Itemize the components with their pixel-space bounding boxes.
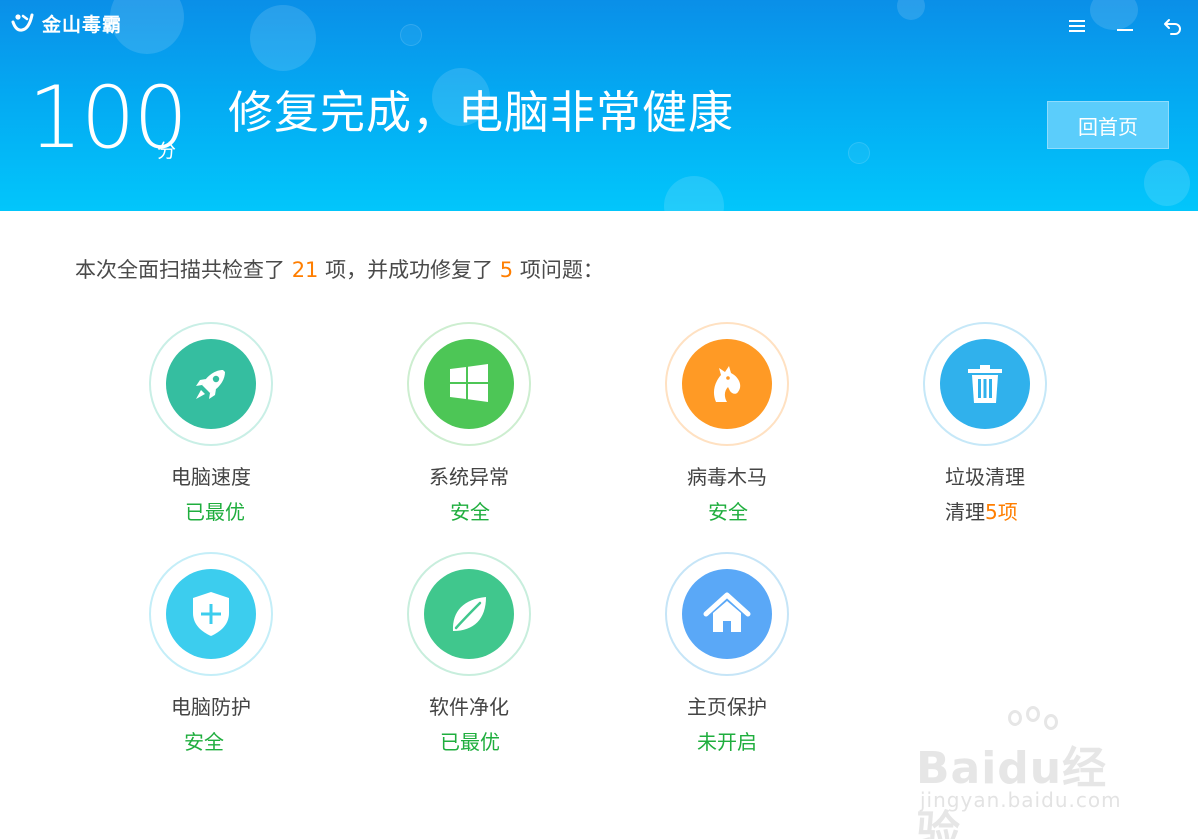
back-button[interactable] [1156, 12, 1190, 40]
paw-icon [1044, 714, 1058, 730]
home-button[interactable]: 回首页 [1047, 101, 1169, 149]
item-status: 已最优 [185, 500, 245, 524]
paw-icon [1026, 706, 1040, 722]
icon-ring [149, 552, 273, 676]
kingsoft-logo-icon [11, 13, 34, 32]
item-pc-speed[interactable]: 电脑速度 已最优 [149, 322, 349, 524]
decor-bubble [897, 0, 925, 20]
item-status: 清理5项 [945, 496, 1018, 525]
home-icon [703, 592, 751, 632]
item-junk-cleanup[interactable]: 垃圾清理 清理5项 [923, 322, 1123, 525]
fixed-count: 5 [499, 258, 514, 282]
item-label: 垃圾清理 [945, 465, 1025, 489]
item-label: 主页保护 [687, 695, 767, 719]
item-status: 未开启 [697, 730, 757, 754]
watermark-sub: jingyan.baidu.com [920, 788, 1122, 812]
decor-bubble [250, 5, 316, 71]
icon-ring [149, 322, 273, 446]
decor-bubble [1144, 160, 1190, 206]
item-label: 系统异常 [429, 465, 509, 489]
icon-ring [923, 322, 1047, 446]
scan-summary: 本次全面扫描共检查了 21 项，并成功修复了 5 项问题： [75, 255, 604, 285]
baidu-jingyan-watermark: Baidu经验 jingyan.baidu.com [916, 706, 1146, 839]
item-label: 电脑防护 [171, 695, 251, 719]
cleanup-status-prefix: 清理 [945, 500, 985, 524]
window-controls [1060, 12, 1190, 40]
menu-button[interactable] [1060, 12, 1094, 40]
item-status: 安全 [184, 730, 224, 754]
summary-prefix: 本次全面扫描共检查了 [75, 258, 285, 282]
score-unit: 分 [157, 140, 177, 162]
item-status: 安全 [450, 500, 490, 524]
icon-circle [424, 339, 514, 429]
leaf-icon [452, 597, 486, 631]
decor-bubble [400, 24, 422, 46]
item-status: 安全 [708, 500, 748, 524]
windows-icon [450, 364, 488, 402]
decor-bubble [848, 142, 870, 164]
item-pc-protection[interactable]: 电脑防护 安全 [149, 552, 349, 754]
summary-suffix: 项问题： [519, 258, 604, 282]
icon-circle [166, 569, 256, 659]
cleanup-count: 5项 [985, 500, 1018, 524]
back-icon [1164, 19, 1181, 35]
checked-count: 21 [291, 258, 319, 282]
icon-ring [665, 552, 789, 676]
menu-icon [1069, 20, 1085, 32]
decor-bubble [664, 176, 724, 211]
shield-icon [193, 592, 229, 636]
result-header: 金山毒霸 100 分 修复完成，电脑非常健康 回首页 [0, 0, 1198, 211]
minimize-icon [1117, 29, 1133, 31]
item-system-anomaly[interactable]: 系统异常 安全 [407, 322, 607, 524]
item-software-purify[interactable]: 软件净化 已最优 [407, 552, 607, 754]
trash-icon [968, 365, 1002, 403]
item-homepage-protection[interactable]: 主页保护 未开启 [665, 552, 865, 754]
icon-ring [665, 322, 789, 446]
horse-icon [713, 366, 741, 402]
item-status: 已最优 [440, 730, 500, 754]
icon-circle [682, 339, 772, 429]
item-label: 病毒木马 [687, 465, 767, 489]
paw-icon [1008, 710, 1022, 726]
minimize-button[interactable] [1108, 12, 1142, 40]
icon-circle [682, 569, 772, 659]
result-status-title: 修复完成，电脑非常健康 [228, 86, 735, 139]
rocket-icon [196, 370, 225, 399]
app-logo: 金山毒霸 [10, 9, 122, 37]
item-label: 电脑速度 [171, 465, 251, 489]
icon-circle [166, 339, 256, 429]
summary-middle: 项，并成功修复了 [325, 258, 494, 282]
icon-circle [940, 339, 1030, 429]
app-title: 金山毒霸 [42, 13, 123, 36]
icon-circle [424, 569, 514, 659]
icon-ring [407, 322, 531, 446]
item-label: 软件净化 [429, 695, 509, 719]
icon-ring [407, 552, 531, 676]
watermark-main: Baidu经验 [916, 743, 1108, 839]
item-virus-trojan[interactable]: 病毒木马 安全 [665, 322, 865, 524]
